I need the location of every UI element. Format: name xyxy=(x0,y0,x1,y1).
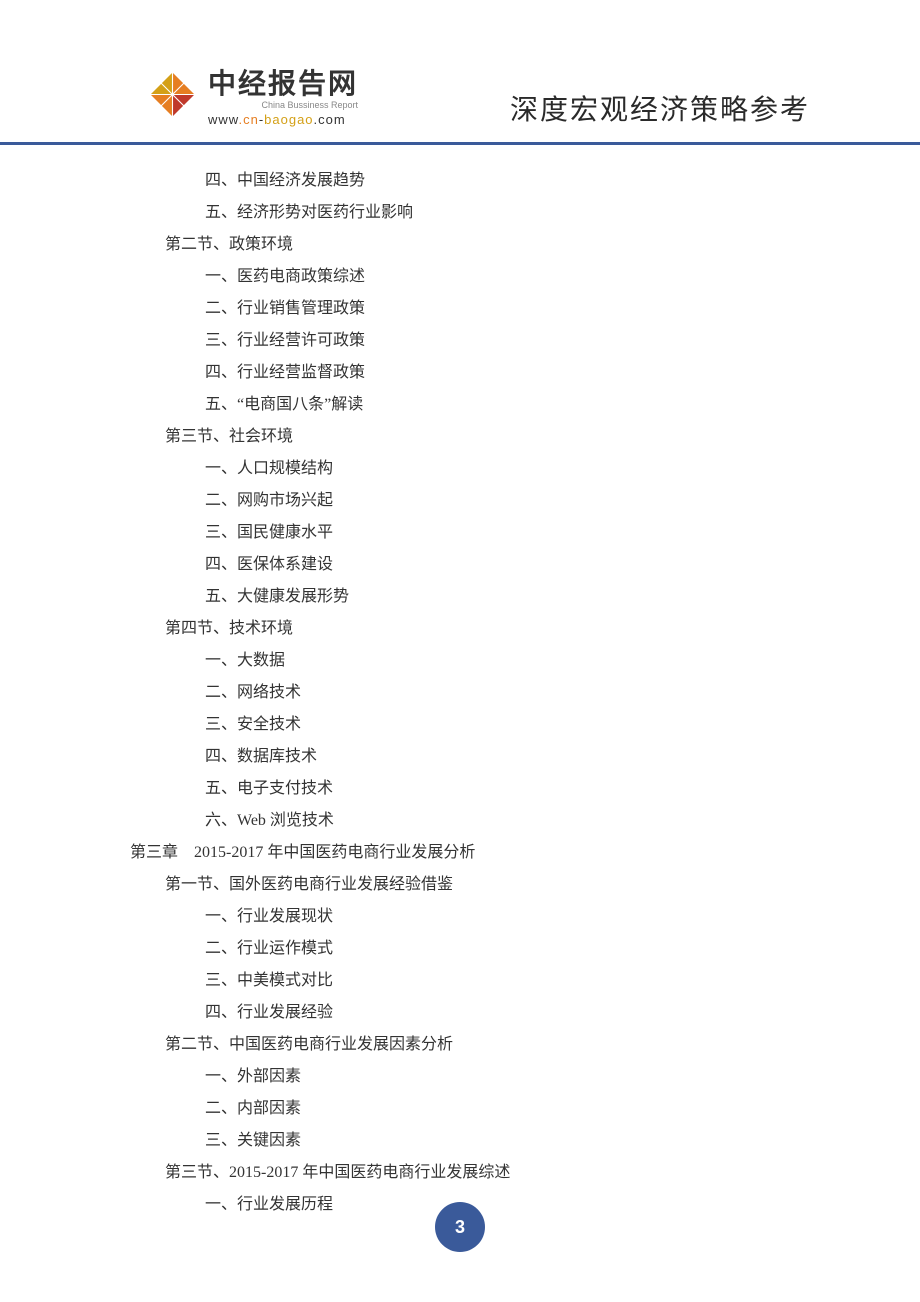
toc-item: 五、“电商国八条”解读 xyxy=(130,389,790,421)
page-footer: 3 xyxy=(0,1202,920,1252)
page-number: 3 xyxy=(435,1202,485,1252)
toc-item: 五、电子支付技术 xyxy=(130,773,790,805)
toc-item: 三、中美模式对比 xyxy=(130,965,790,997)
toc-item: 一、行业发展现状 xyxy=(130,901,790,933)
toc-item: 二、行业运作模式 xyxy=(130,933,790,965)
toc-section: 第三节、社会环境 xyxy=(130,421,790,453)
toc-item: 二、行业销售管理政策 xyxy=(130,293,790,325)
toc-item: 一、医药电商政策综述 xyxy=(130,261,790,293)
toc-item: 二、网络技术 xyxy=(130,677,790,709)
toc-item: 六、Web 浏览技术 xyxy=(130,805,790,837)
logo-text: 中经报告网 China Bussiness Report www.cn-baog… xyxy=(208,62,358,127)
toc-section: 第四节、技术环境 xyxy=(130,613,790,645)
toc-content: 四、中国经济发展趋势 五、经济形势对医药行业影响 第二节、政策环境 一、医药电商… xyxy=(0,145,920,1221)
toc-item: 五、经济形势对医药行业影响 xyxy=(130,197,790,229)
toc-item: 三、关键因素 xyxy=(130,1125,790,1157)
toc-section: 第二节、政策环境 xyxy=(130,229,790,261)
toc-item: 四、医保体系建设 xyxy=(130,549,790,581)
toc-item: 四、行业发展经验 xyxy=(130,997,790,1029)
toc-item: 三、国民健康水平 xyxy=(130,517,790,549)
header-slogan: 深度宏观经济策略参考 xyxy=(510,88,810,128)
toc-item: 二、内部因素 xyxy=(130,1093,790,1125)
toc-item: 四、中国经济发展趋势 xyxy=(130,165,790,197)
toc-item: 二、网购市场兴起 xyxy=(130,485,790,517)
toc-item: 四、数据库技术 xyxy=(130,741,790,773)
logo-url: www.cn-baogao.com xyxy=(208,112,358,127)
page-header: 中经报告网 China Bussiness Report www.cn-baog… xyxy=(0,0,920,145)
toc-item: 一、大数据 xyxy=(130,645,790,677)
toc-chapter: 第三章 2015-2017 年中国医药电商行业发展分析 xyxy=(130,837,790,869)
toc-item: 一、外部因素 xyxy=(130,1061,790,1093)
toc-item: 四、行业经营监督政策 xyxy=(130,357,790,389)
logo-area: 中经报告网 China Bussiness Report www.cn-baog… xyxy=(145,62,358,127)
toc-section: 第三节、2015-2017 年中国医药电商行业发展综述 xyxy=(130,1157,790,1189)
toc-item: 三、行业经营许可政策 xyxy=(130,325,790,357)
toc-item: 三、安全技术 xyxy=(130,709,790,741)
toc-section: 第二节、中国医药电商行业发展因素分析 xyxy=(130,1029,790,1061)
toc-section: 第一节、国外医药电商行业发展经验借鉴 xyxy=(130,869,790,901)
logo-icon xyxy=(145,67,200,122)
toc-item: 五、大健康发展形势 xyxy=(130,581,790,613)
logo-title: 中经报告网 xyxy=(208,62,358,102)
toc-item: 一、人口规模结构 xyxy=(130,453,790,485)
